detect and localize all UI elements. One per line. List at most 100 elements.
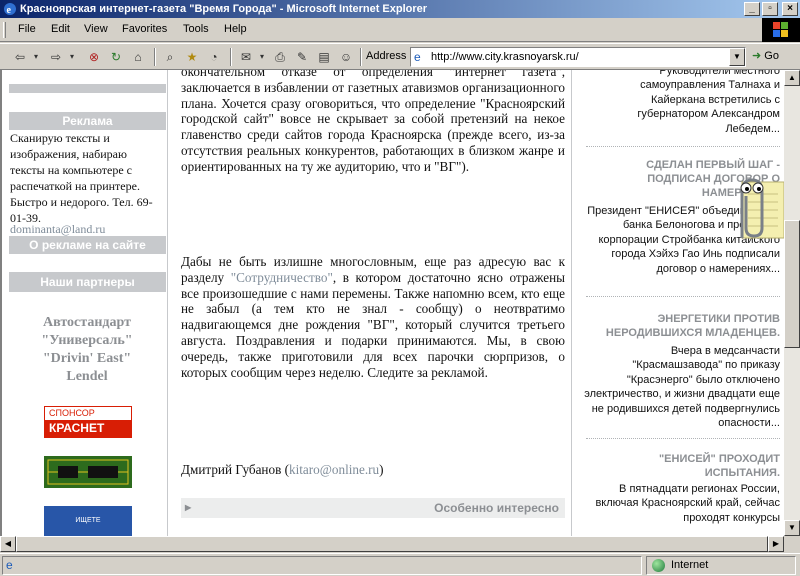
favorites-icon[interactable]: ★: [182, 48, 202, 66]
scroll-left-icon[interactable]: ◀: [0, 536, 16, 552]
news-summary: Вчера в медсанчасти "Красмашзавода" по п…: [584, 345, 780, 430]
ad-email-link[interactable]: dominanta@land.ru: [10, 222, 105, 237]
scroll-up-icon[interactable]: ▲: [784, 70, 800, 86]
maximize-button[interactable]: ▫: [762, 2, 778, 16]
banner-krasnet-label: КРАСНЕТ: [45, 420, 131, 437]
scroll-right-icon[interactable]: ▶: [768, 536, 784, 552]
toolbar: ⇦ ▾ ⇨ ▾ ⊗ ↻ ⌂ ⌕ ★ ◔ ✉ ▾ ⎙ ✎ ▤ ☺ Address …: [0, 43, 800, 70]
partner-link[interactable]: Автостандарт: [10, 314, 164, 332]
stop-icon[interactable]: ⊗: [84, 48, 104, 66]
page-viewport[interactable]: Реклама Сканирую тексты и изображения, н…: [0, 70, 784, 536]
refresh-icon[interactable]: ↻: [106, 48, 126, 66]
especially-interesting-label: Особенно интересно: [434, 501, 559, 515]
menu-view[interactable]: View: [84, 23, 108, 35]
edit-icon[interactable]: ✎: [292, 48, 312, 66]
left-top-bar: [9, 84, 166, 93]
author-email-link[interactable]: kitaro@online.ru: [289, 462, 379, 477]
ad-text: Сканирую тексты и изображения, набираю т…: [10, 131, 153, 225]
menu-tools[interactable]: Tools: [183, 23, 209, 35]
menu-help[interactable]: Help: [224, 23, 247, 35]
menu-grip[interactable]: [3, 22, 6, 38]
status-text-pane: e: [2, 556, 642, 575]
history-icon[interactable]: ◔: [204, 48, 224, 66]
address-bar[interactable]: e ▼: [410, 47, 746, 67]
components-banner[interactable]: ИЩЕТЕ КОМПЛЕКТУЮЩИЕ?: [44, 506, 132, 536]
especially-interesting-bar[interactable]: ▶ Особенно интересно: [181, 498, 565, 518]
search-icon[interactable]: ⌕: [160, 48, 180, 66]
left-column: Реклама Сканирую тексты и изображения, н…: [2, 70, 166, 536]
main-column: окончательном отказе от определения "инт…: [167, 70, 572, 536]
toolbar-separator: [230, 48, 232, 66]
triangle-right-icon: ▶: [185, 503, 192, 512]
scroll-down-icon[interactable]: ▼: [784, 520, 800, 536]
menu-favorites[interactable]: Favorites: [122, 23, 167, 35]
ads-header: Реклама: [9, 112, 166, 130]
back-dropdown-icon[interactable]: ▾: [30, 48, 42, 66]
toolbar-separator: [154, 48, 156, 66]
partner-link[interactable]: "Универсаль": [10, 332, 164, 350]
partner-link[interactable]: "Drivin' East": [10, 350, 164, 368]
horizontal-scrollbar[interactable]: ◀ ▶: [0, 536, 784, 552]
banner-sponsor-label: СПОНСОР: [45, 407, 131, 420]
news-divider: [586, 438, 780, 439]
address-dropdown-icon[interactable]: ▼: [729, 48, 745, 66]
author-signature: Дмитрий Губанов (kitaro@online.ru): [181, 462, 565, 478]
news-divider: [586, 296, 780, 297]
menu-file[interactable]: File: [18, 23, 36, 35]
window-title: Красноярская интернет-газета "Время Горо…: [20, 3, 428, 15]
menu-edit[interactable]: Edit: [51, 23, 70, 35]
article-paragraph: Дабы не быть излишне многословным, еще р…: [181, 254, 565, 380]
windows-logo-icon: [762, 18, 800, 42]
news-headline-link[interactable]: ЭНЕРГЕТИКИ ПРОТИВ НЕРОДИВШИХСЯ МЛАДЕНЦЕВ…: [584, 312, 780, 340]
signature-close: ): [379, 462, 384, 477]
forward-dropdown-icon[interactable]: ▾: [66, 48, 78, 66]
address-label: Address: [366, 50, 407, 62]
toolbar-separator: [360, 48, 362, 66]
address-input[interactable]: [431, 50, 721, 64]
cooperation-link[interactable]: "Сотрудничество": [231, 270, 333, 285]
article-paragraph: окончательном отказе от определения "инт…: [181, 70, 565, 174]
internet-explorer-icon: e: [4, 3, 16, 16]
right-news-column: Руководители местного самоуправления Тал…: [576, 70, 784, 536]
office-assistant-paperclip-icon[interactable]: [720, 172, 786, 244]
news-headline-link[interactable]: "ЕНИСЕЙ" ПРОХОДИТ ИСПЫТАНИЯ.: [584, 452, 780, 480]
go-label: Go: [764, 50, 779, 62]
go-button[interactable]: ➜ Go: [752, 49, 779, 62]
partner-link[interactable]: Lendel: [10, 368, 164, 386]
author-name: Дмитрий Губанов (: [181, 462, 289, 477]
discuss-icon[interactable]: ▤: [314, 48, 334, 66]
mail-dropdown-icon[interactable]: ▾: [256, 48, 268, 66]
print-icon[interactable]: ⎙: [270, 48, 290, 66]
forward-icon[interactable]: ⇨: [46, 48, 66, 66]
svg-text:e: e: [7, 5, 12, 16]
internet-globe-icon: [652, 559, 665, 572]
minimize-button[interactable]: _: [744, 2, 760, 16]
news-summary: В пятнадцати регионах России, включая Кр…: [595, 483, 780, 524]
about-ads-link[interactable]: О рекламе на сайте: [9, 236, 166, 254]
vertical-scrollbar[interactable]: ▲ ▼: [784, 70, 800, 536]
news-summary: Руководители местного самоуправления Тал…: [637, 70, 780, 135]
title-bar[interactable]: e Красноярская интернет-газета "Время Го…: [0, 0, 800, 18]
close-button[interactable]: ×: [782, 2, 798, 16]
messenger-icon[interactable]: ☺: [336, 48, 356, 66]
sponsor-krasnet-banner[interactable]: СПОНСОР КРАСНЕТ: [44, 406, 132, 438]
status-bar: e Internet: [0, 553, 800, 576]
partners-header: Наши партнеры: [9, 272, 166, 292]
done-page-icon: e: [6, 558, 13, 572]
scrollbar-corner: [784, 536, 800, 552]
vertical-scroll-thumb[interactable]: [784, 220, 800, 348]
menu-bar: File Edit View Favorites Tools Help: [0, 18, 800, 42]
go-arrow-icon: ➜: [752, 50, 762, 62]
circuit-board-banner[interactable]: [44, 456, 132, 488]
horizontal-scroll-thumb[interactable]: [16, 536, 768, 552]
page-icon: e: [414, 50, 421, 64]
zone-label: Internet: [671, 559, 709, 571]
home-icon[interactable]: ⌂: [128, 48, 148, 66]
security-zone-pane: Internet: [646, 556, 796, 575]
back-icon[interactable]: ⇦: [10, 48, 30, 66]
paragraph-text: , в котором достаточно ясно отражены все…: [181, 269, 566, 380]
mail-icon[interactable]: ✉: [236, 48, 256, 66]
partners-list: Автостандарт "Универсаль" "Drivin' East"…: [10, 314, 164, 386]
circuit-board-icon: [44, 456, 132, 488]
news-divider: [586, 146, 780, 147]
